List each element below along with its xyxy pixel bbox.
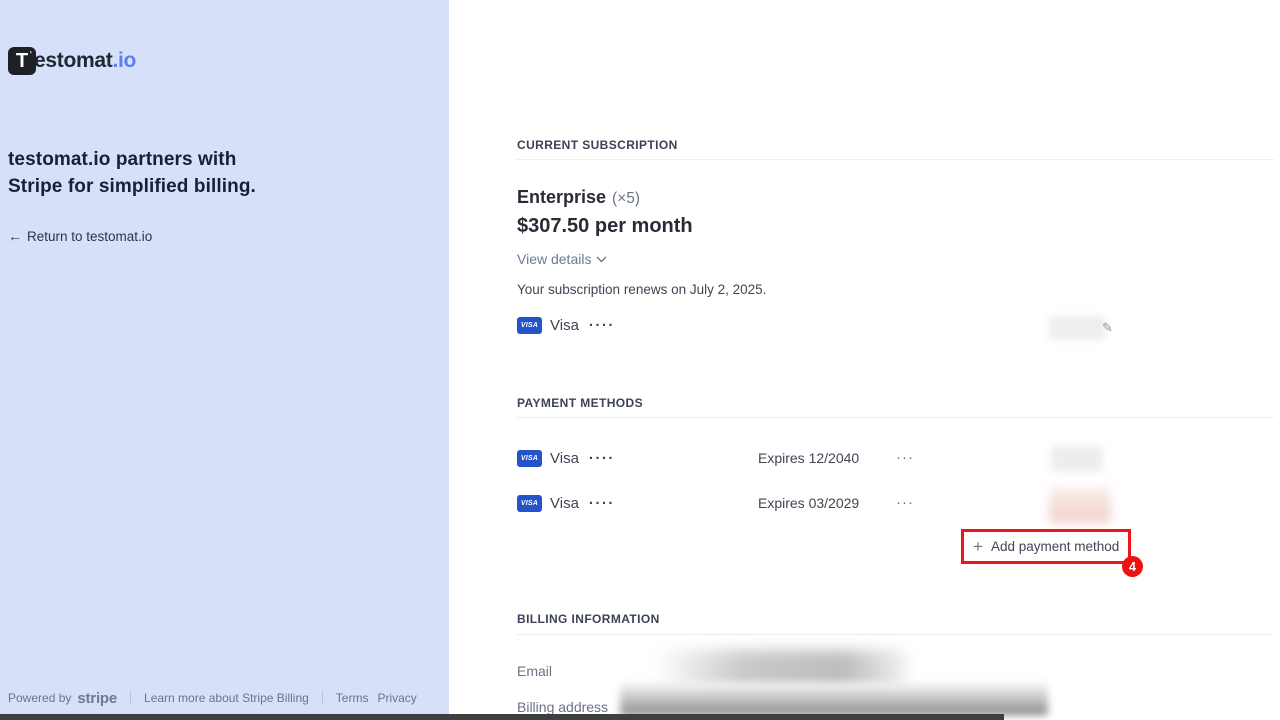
return-to-site-link[interactable]: ← Return to testomat.io xyxy=(8,228,152,244)
current-subscription-section-title: CURRENT SUBSCRIPTION xyxy=(517,138,678,152)
billing-information-section-title: BILLING INFORMATION xyxy=(517,612,660,626)
overflow-menu-icon[interactable]: ··· xyxy=(896,453,914,463)
card-expiry: Expires 12/2040 xyxy=(758,450,859,466)
subscription-payment-card: VISA Visa ···· xyxy=(517,317,615,334)
view-details-toggle[interactable]: View details xyxy=(517,251,607,267)
redacted-card-number xyxy=(1051,446,1103,472)
annotation-step-badge: 4 xyxy=(1122,556,1143,577)
arrow-left-icon: ← xyxy=(8,228,22,244)
plan-name: Enterprise xyxy=(517,187,606,208)
stripe-logo[interactable]: stripe xyxy=(77,690,117,707)
visa-badge-icon: VISA xyxy=(517,495,542,512)
sidebar-footer: Powered by stripe Learn more about Strip… xyxy=(8,690,417,706)
card-expiry: Expires 03/2029 xyxy=(758,495,859,511)
card-dots: ···· xyxy=(589,495,615,512)
renewal-notice: Your subscription renews on July 2, 2025… xyxy=(517,282,766,297)
logo-tick-icon: ' xyxy=(30,51,32,61)
powered-by-label: Powered by xyxy=(8,691,71,705)
redacted-card-number xyxy=(1049,316,1105,340)
logo-word: estomat xyxy=(34,49,112,73)
overflow-menu-icon[interactable]: ··· xyxy=(896,498,914,508)
section-divider xyxy=(517,634,1274,635)
plan-price: $307.50 per month xyxy=(517,215,693,238)
plan-quantity: (×5) xyxy=(612,190,640,208)
view-details-label: View details xyxy=(517,251,591,267)
return-link-label: Return to testomat.io xyxy=(27,229,152,244)
chevron-down-icon xyxy=(596,256,607,263)
add-payment-method-label: Add payment method xyxy=(991,539,1119,554)
edit-icon[interactable]: ✎ xyxy=(1102,320,1113,336)
footer-divider xyxy=(130,691,131,705)
payment-methods-section-title: PAYMENT METHODS xyxy=(517,396,643,410)
visa-badge-icon: VISA xyxy=(517,450,542,467)
privacy-link[interactable]: Privacy xyxy=(377,691,416,705)
card-brand: Visa xyxy=(550,450,579,467)
sidebar-heading: testomat.io partners with Stripe for sim… xyxy=(8,146,278,200)
billing-address-label: Billing address xyxy=(517,699,608,715)
plan-row: Enterprise (×5) xyxy=(517,187,640,208)
terms-link[interactable]: Terms xyxy=(336,691,369,705)
section-divider xyxy=(517,417,1274,418)
main-content: CURRENT SUBSCRIPTION Enterprise (×5) $30… xyxy=(449,0,1280,720)
redacted-bottom-strip xyxy=(0,714,1004,720)
redacted-card-number xyxy=(1049,487,1111,523)
card-dots: ···· xyxy=(589,450,615,467)
payment-method-row: VISA Visa ···· Expires 03/2029 ··· xyxy=(517,491,1274,515)
card-brand: Visa xyxy=(550,495,579,512)
card-brand: Visa xyxy=(550,317,579,334)
visa-badge-icon: VISA xyxy=(517,317,542,334)
sidebar: T ' estomat .io testomat.io partners wit… xyxy=(0,0,449,720)
footer-divider xyxy=(322,691,323,705)
testomat-logo-icon: T ' xyxy=(8,47,36,75)
logo-tld: .io xyxy=(112,49,136,73)
redacted-address-value xyxy=(620,682,1048,715)
section-divider xyxy=(517,159,1274,160)
payment-method-row: VISA Visa ···· Expires 12/2040 ··· xyxy=(517,446,1274,470)
logo-letter: T xyxy=(16,50,28,73)
add-payment-method-button[interactable]: + Add payment method xyxy=(961,529,1131,564)
learn-more-link[interactable]: Learn more about Stripe Billing xyxy=(144,691,309,705)
plus-icon: + xyxy=(973,538,983,555)
brand-logo[interactable]: T ' estomat .io xyxy=(8,47,136,75)
card-dots: ···· xyxy=(589,317,615,334)
email-label: Email xyxy=(517,663,552,679)
